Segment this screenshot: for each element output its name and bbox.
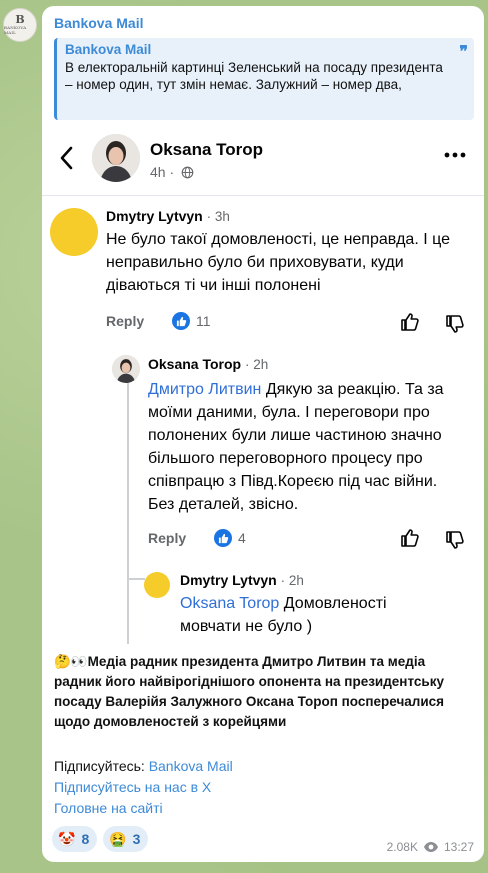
- comment-body: Дякую за реакцію. Та за моїми даними, бу…: [148, 381, 444, 513]
- comment-author: Dmytry Lytvyn · 3h: [106, 208, 230, 224]
- commenter-avatar: [144, 572, 170, 598]
- vomit-icon: 🤮: [109, 830, 127, 847]
- reaction-vomit[interactable]: 🤮 3: [103, 826, 149, 852]
- reactions-bar: 🤡 8 🤮 3: [52, 826, 149, 852]
- reply-link: Reply: [148, 530, 187, 546]
- comment-author: Oksana Torop · 2h: [148, 356, 269, 372]
- eye-icon: [423, 842, 438, 852]
- subscribe-block: Підписуйтесь: Bankova Mail Підписуйтесь …: [54, 756, 233, 819]
- subscribe-label: Підписуйтесь:: [54, 758, 149, 774]
- caption-text: Медіа радник президента Дмитро Литвин та…: [54, 654, 445, 729]
- thumbs-up-icon: [401, 313, 419, 331]
- reply-quote-title: Bankova Mail: [65, 42, 152, 57]
- back-arrow-icon: [56, 144, 78, 172]
- like-count-value: 11: [196, 313, 211, 329]
- message-caption: 🤔👀Медіа радник президента Дмитро Литвин …: [54, 652, 474, 732]
- comment-author-name: Dmytry Lytvyn: [180, 572, 277, 588]
- like-count: 4: [214, 529, 246, 547]
- channel-avatar-subtext: BANKOVA MAIL: [4, 25, 27, 35]
- thumbs-down-icon: [446, 315, 464, 333]
- like-icon: [172, 312, 190, 330]
- channel-avatar[interactable]: B BANKOVA MAIL: [3, 8, 37, 42]
- reaction-count: 8: [81, 831, 90, 847]
- message-time: 13:27: [443, 840, 474, 854]
- comment-time: 3h: [214, 209, 230, 224]
- thumbs-down-icon: [446, 531, 464, 549]
- commenter-avatar: [112, 355, 140, 383]
- comment-author-name: Oksana Torop: [148, 356, 242, 372]
- comment-author: Dmytry Lytvyn · 2h: [180, 572, 304, 588]
- post-time: 4h ·: [150, 164, 194, 180]
- comment-mention: Oksana Torop: [180, 595, 280, 612]
- message-bubble: Bankova Mail Bankova Mail В електоральні…: [42, 6, 484, 862]
- comment-text: Oksana Torop Домовленості мовчати не бул…: [180, 592, 430, 638]
- comment-text: Дмитро Литвин Дякую за реакцію. Та за мо…: [148, 378, 468, 516]
- clown-icon: 🤡: [58, 830, 76, 847]
- quote-icon: ❞: [459, 42, 468, 61]
- author-avatar: [92, 134, 140, 182]
- channel-avatar-initial: B: [15, 13, 25, 26]
- post-author-name: Oksana Torop: [150, 140, 264, 159]
- globe-icon: [181, 166, 194, 179]
- thread-line: [127, 374, 129, 644]
- reply-quote-text: В електоральній картинці Зеленський на п…: [65, 60, 443, 92]
- post-time-text: 4h: [150, 164, 166, 180]
- comment-author-name: Dmytry Lytvyn: [106, 208, 203, 224]
- message-meta: 2.08K 13:27: [387, 840, 474, 854]
- comment-time: 2h: [288, 573, 304, 588]
- reaction-count: 3: [132, 831, 141, 847]
- like-count-value: 4: [238, 530, 246, 546]
- commenter-avatar: [50, 208, 98, 256]
- more-dots-icon: [444, 152, 466, 158]
- reply-quote[interactable]: Bankova Mail В електоральній картинці Зе…: [54, 38, 474, 120]
- subscribe-link-channel[interactable]: Bankova Mail: [149, 758, 233, 774]
- embedded-screenshot[interactable]: Oksana Torop 4h · Dmytry Lytvyn · 3h Не …: [42, 124, 484, 646]
- comment-text: Не було такої домовленості, це неправда.…: [106, 231, 450, 294]
- caption-emoji: 🤔👀: [54, 654, 88, 669]
- like-count: 11: [172, 312, 211, 330]
- thread-line: [127, 578, 145, 580]
- subscribe-link-site[interactable]: Головне на сайті: [54, 798, 233, 819]
- reaction-clown[interactable]: 🤡 8: [52, 826, 98, 852]
- like-icon: [214, 529, 232, 547]
- comment-mention: Дмитро Литвин: [148, 381, 262, 398]
- comment-time: 2h: [253, 357, 269, 372]
- reply-link: Reply: [106, 313, 145, 329]
- subscribe-link-x[interactable]: Підписуйтесь на нас в Х: [54, 777, 233, 798]
- post-header: Oksana Torop 4h ·: [42, 124, 484, 196]
- view-count: 2.08K: [386, 840, 418, 854]
- sender-name[interactable]: Bankova Mail: [54, 15, 143, 31]
- thumbs-up-icon: [401, 529, 419, 547]
